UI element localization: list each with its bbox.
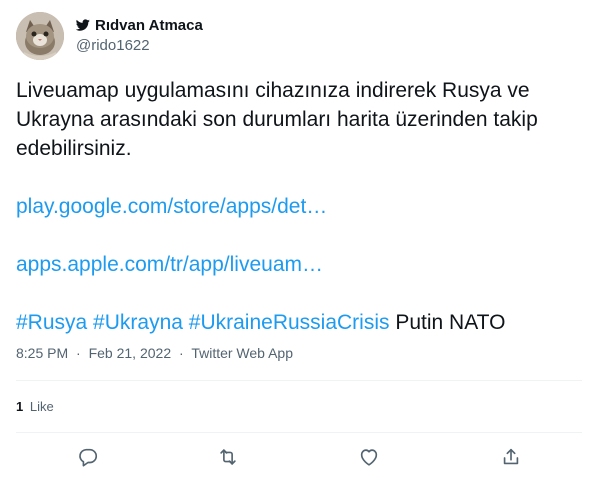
like-icon: [360, 449, 378, 466]
like-button[interactable]: [358, 446, 380, 468]
action-bar: [0, 446, 598, 470]
play-store-link[interactable]: play.google.com/store/apps/det…: [16, 195, 327, 218]
tweet-card: Rıdvan Atmaca @rido1622 Liveuamap uygula…: [0, 0, 598, 481]
author-handle[interactable]: @rido1622: [76, 37, 203, 54]
divider: [16, 432, 582, 433]
tweet-time[interactable]: 8:25 PM: [16, 345, 68, 361]
author-display-name[interactable]: Rıdvan Atmaca: [95, 17, 203, 34]
like-count-label: Like: [29, 399, 54, 414]
tweet-text: Liveuamap uygulamasını cihazınıza indire…: [16, 79, 538, 160]
twitter-bird-icon: [75, 18, 90, 32]
hashtag-ukraine-russia-crisis[interactable]: #UkraineRussiaCrisis: [189, 311, 390, 334]
hashtag-ukrayna[interactable]: #Ukrayna: [93, 311, 183, 334]
reply-icon: [79, 448, 98, 467]
trailing-text: Putin NATO: [395, 311, 506, 334]
meta-separator: ·: [76, 345, 81, 361]
tweet-metadata: 8:25 PM · Feb 21, 2022 · Twitter Web App: [16, 345, 293, 361]
tweet-date[interactable]: Feb 21, 2022: [89, 345, 172, 361]
tweet-body: Liveuamap uygulamasını cihazınıza indire…: [16, 76, 576, 337]
app-store-link[interactable]: apps.apple.com/tr/app/liveuam…: [16, 253, 323, 276]
hashtag-line: #Rusya #Ukrayna #UkraineRussiaCrisis Put…: [16, 308, 576, 337]
tweet-source[interactable]: Twitter Web App: [191, 345, 293, 361]
retweet-icon: [220, 449, 236, 465]
cat-avatar-icon: [16, 12, 64, 60]
like-count-number: 1: [16, 399, 24, 414]
share-button[interactable]: [500, 446, 522, 468]
reply-button[interactable]: [77, 446, 99, 468]
author-info: Rıdvan Atmaca @rido1622: [75, 15, 203, 54]
divider: [16, 380, 582, 381]
meta-separator-2: ·: [179, 345, 184, 361]
hashtag-rusya[interactable]: #Rusya: [16, 311, 87, 334]
share-icon: [503, 448, 519, 465]
avatar[interactable]: [16, 12, 64, 60]
retweet-button[interactable]: [217, 446, 239, 468]
like-count[interactable]: 1 Like: [16, 399, 54, 414]
